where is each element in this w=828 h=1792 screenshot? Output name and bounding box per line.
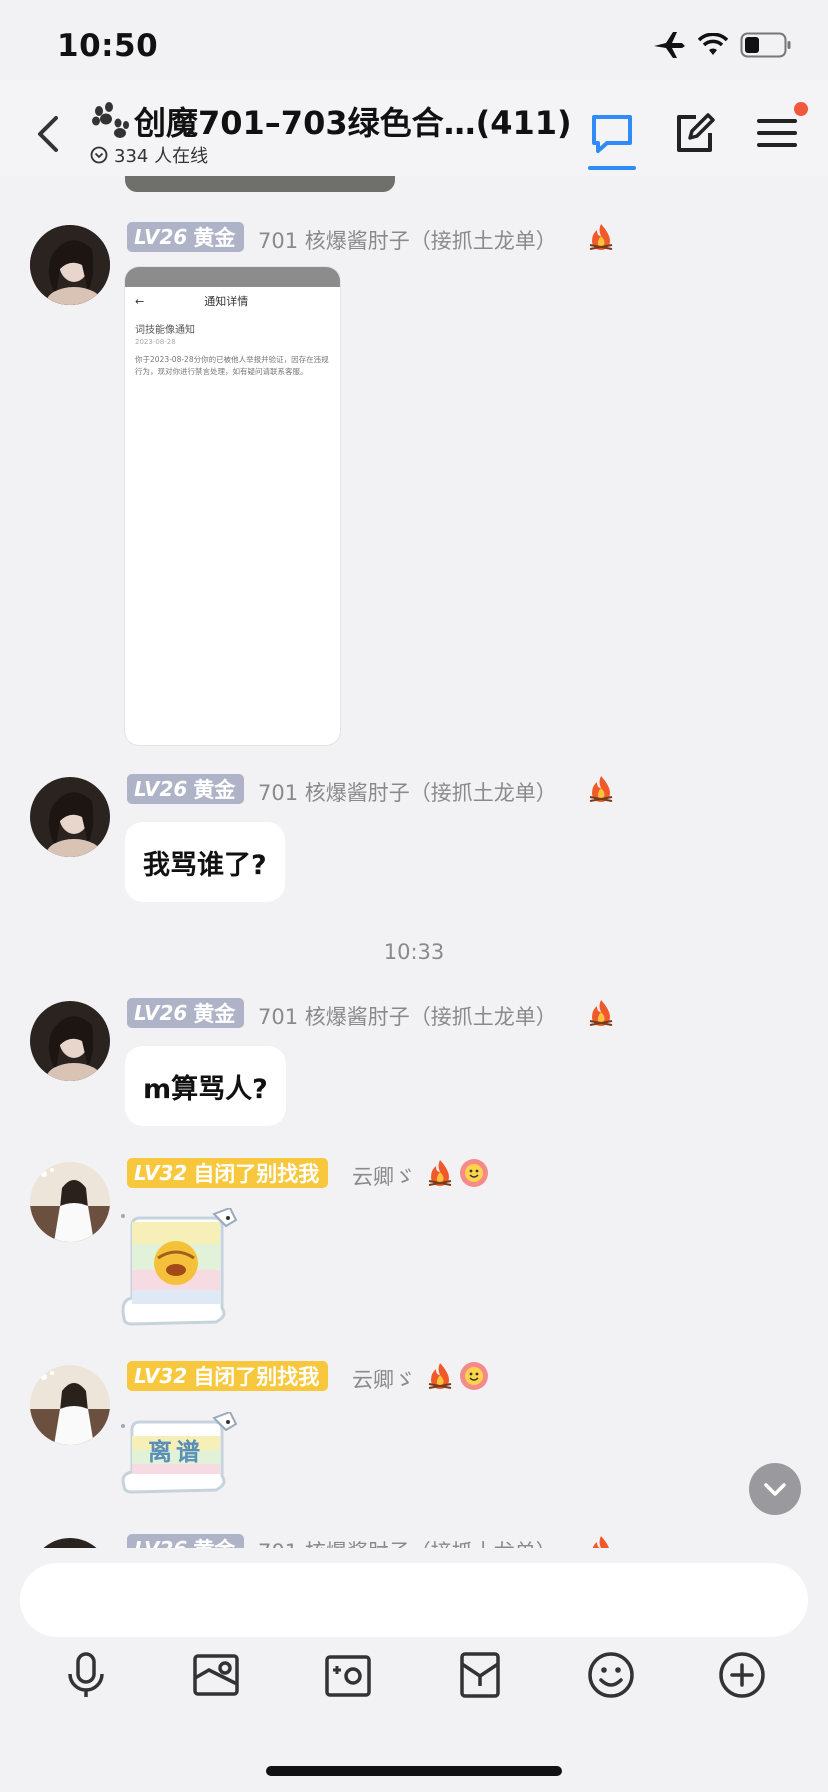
previous-image-bottom[interactable] xyxy=(125,176,395,192)
image-message[interactable]: ← 通知详情 词技能像通知 2023-08-28 你于2023-08-28分你的… xyxy=(125,267,340,745)
chevron-down-icon xyxy=(90,146,108,164)
status-icons xyxy=(652,30,792,60)
level-text: LV26 xyxy=(134,1001,188,1025)
level-badge: LV26黄金 xyxy=(127,222,245,252)
smile-badge-icon xyxy=(460,1362,488,1390)
group-title-text: 创魔701–703绿色合…(411) xyxy=(134,104,572,142)
group-title[interactable]: 创魔701–703绿色合…(411) xyxy=(90,98,572,144)
home-indicator[interactable] xyxy=(266,1766,562,1776)
time-separator: 10:33 xyxy=(383,940,445,964)
wifi-icon xyxy=(698,33,728,55)
flame-icon xyxy=(428,1363,452,1389)
sender-name[interactable]: 云卿ゞ xyxy=(352,1364,415,1394)
screenshot-status-bar xyxy=(125,267,340,287)
image-icon[interactable] xyxy=(191,1650,241,1700)
screenshot-nav-title: 通知详情 xyxy=(204,295,249,308)
notification-dot xyxy=(794,102,808,116)
message-input[interactable] xyxy=(20,1563,808,1637)
chat-icon[interactable] xyxy=(587,108,637,158)
level-badge: LV32 自闭了别找我 xyxy=(127,1158,329,1188)
flame-icon xyxy=(428,1160,452,1186)
sender-name[interactable]: 701 核爆酱肘子（接抓土龙单） xyxy=(258,777,557,807)
level-badge: LV26黄金 xyxy=(127,998,245,1028)
sticker-message[interactable] xyxy=(118,1206,243,1328)
paw-icon xyxy=(92,102,129,138)
avatar[interactable] xyxy=(30,1162,110,1242)
avatar[interactable] xyxy=(30,1365,110,1445)
title-text: 黄金 xyxy=(193,1534,235,1548)
scroll-to-bottom-button[interactable] xyxy=(749,1463,801,1515)
sender-name[interactable]: 701 核爆酱肘子（接抓土龙单） xyxy=(258,225,557,255)
level-badge: LV32 自闭了别找我 xyxy=(127,1361,329,1391)
screenshot-nav: ← 通知详情 xyxy=(135,294,249,309)
status-time: 10:50 xyxy=(57,28,159,64)
sticker-text: 离谱 xyxy=(148,1438,204,1466)
red-packet-icon[interactable] xyxy=(455,1650,505,1700)
plus-icon[interactable] xyxy=(717,1650,767,1700)
screenshot-sub: 2023-08-28 xyxy=(135,338,176,346)
sender-name[interactable]: 云卿ゞ xyxy=(352,1161,415,1191)
sender-name[interactable]: 701 核爆酱肘子（接抓土龙单） xyxy=(258,1536,557,1548)
sender-name[interactable]: 701 核爆酱肘子（接抓土龙单） xyxy=(258,1001,557,1031)
text-message[interactable]: m算骂人? xyxy=(125,1046,286,1126)
voice-icon[interactable] xyxy=(61,1650,111,1700)
level-text: LV32 xyxy=(134,1161,188,1185)
level-text: LV26 xyxy=(134,777,188,801)
back-icon[interactable] xyxy=(30,112,70,156)
flame-icon xyxy=(589,776,613,802)
avatar[interactable] xyxy=(30,1538,110,1548)
avatar[interactable] xyxy=(30,225,110,305)
avatar[interactable] xyxy=(30,1001,110,1081)
level-badge: LV26黄金 xyxy=(127,774,245,804)
edit-icon[interactable] xyxy=(670,108,720,158)
title-text: 黄金 xyxy=(193,226,236,250)
title-text: 自闭了别找我 xyxy=(193,1365,320,1389)
text-message[interactable]: 我骂谁了? xyxy=(125,822,285,902)
emoji-icon[interactable] xyxy=(586,1650,636,1700)
smile-badge-icon xyxy=(460,1159,488,1187)
flame-icon xyxy=(592,1536,609,1548)
menu-icon[interactable] xyxy=(752,108,802,158)
partial-message-row: LV26 黄金 701 核爆酱肘子（接抓土龙单） xyxy=(0,1528,828,1548)
chevron-down-icon xyxy=(764,1483,786,1496)
level-badge: LV26 黄金 xyxy=(127,1534,245,1548)
online-count: 334 人在线 xyxy=(90,142,208,168)
level-text: LV26 xyxy=(134,225,188,249)
screenshot-heading: 词技能像通知 xyxy=(135,325,195,336)
airplane-icon xyxy=(654,32,685,58)
screenshot-body: 你于2023-08-28分你的已被他人举报并验证，因存在违规行为，现对你进行禁言… xyxy=(135,355,329,376)
title-text: 自闭了别找我 xyxy=(193,1162,320,1186)
level-text: LV32 xyxy=(134,1364,188,1388)
title-text: 黄金 xyxy=(193,778,236,802)
title-text: 黄金 xyxy=(193,1002,236,1026)
flame-icon xyxy=(589,224,613,250)
sticker-message[interactable]: 离谱 xyxy=(118,1412,243,1496)
level-text: LV26 xyxy=(134,1537,187,1548)
flame-icon xyxy=(589,1000,613,1026)
camera-icon[interactable] xyxy=(323,1650,373,1700)
avatar[interactable] xyxy=(30,777,110,857)
battery-icon xyxy=(740,32,791,58)
online-count-text: 334 人在线 xyxy=(114,146,209,167)
active-tab-indicator xyxy=(588,166,636,170)
